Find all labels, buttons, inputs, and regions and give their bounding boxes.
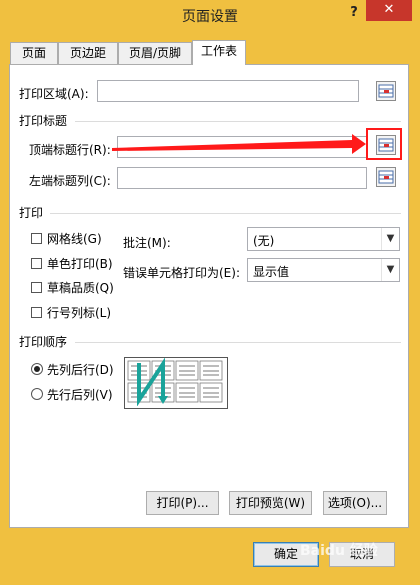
gridlines-label: 网格线(G) (47, 232, 102, 246)
over-then-down-radio[interactable] (31, 388, 43, 400)
close-button[interactable]: ✕ (366, 0, 412, 21)
black-and-white-checkbox[interactable] (31, 258, 42, 269)
print-divider (50, 213, 401, 214)
columns-to-repeat-label: 左端标题列(C): (29, 174, 111, 188)
sheet-panel: 打印区域(A): 打印标题 顶端标题行(R): 左端标题列(C): 打印 网格线… (9, 64, 409, 528)
print-area-label: 打印区域(A): (19, 87, 89, 101)
gridlines-checkbox[interactable] (31, 233, 42, 244)
chevron-down-icon: ▼ (381, 228, 399, 250)
row-col-headings-label: 行号列标(L) (47, 306, 112, 320)
cell-errors-value: 显示值 (253, 265, 290, 279)
print-button[interactable]: 打印(P)... (146, 491, 219, 515)
columns-collapse-button[interactable] (376, 167, 396, 187)
cell-errors-label: 错误单元格打印为(E): (123, 266, 240, 280)
page-order-preview-icon (124, 357, 228, 409)
rows-to-repeat-input[interactable] (117, 136, 367, 158)
print-preview-button[interactable]: 打印预览(W) (229, 491, 312, 515)
tab-page[interactable]: 页面 (10, 42, 58, 64)
columns-to-repeat-input[interactable] (117, 167, 367, 189)
tab-sheet[interactable]: 工作表 (192, 40, 246, 65)
print-titles-divider (75, 121, 401, 122)
row-col-headings-checkbox[interactable] (31, 307, 42, 318)
draft-quality-checkbox[interactable] (31, 282, 42, 293)
tab-header-footer[interactable]: 页眉/页脚 (118, 42, 192, 64)
range-select-icon (378, 84, 394, 98)
print-heading: 打印 (19, 206, 44, 220)
cell-errors-select[interactable]: 显示值 ▼ (247, 258, 400, 282)
comments-select[interactable]: (无) ▼ (247, 227, 400, 251)
print-titles-heading: 打印标题 (19, 114, 68, 128)
radio-selected-dot (34, 366, 40, 372)
options-button[interactable]: 选项(O)... (323, 491, 387, 515)
over-then-down-label: 先行后列(V) (47, 388, 113, 402)
range-select-icon (378, 170, 394, 184)
watermark-logo: Baidu 经验 (300, 543, 378, 559)
page-setup-dialog: 页面设置 ? ✕ 页面 页边距 页眉/页脚 工作表 打印区域(A): 打印标题 … (0, 0, 420, 585)
page-order-divider (75, 342, 401, 343)
down-then-over-radio[interactable] (31, 363, 43, 375)
down-then-over-label: 先列后行(D) (47, 363, 114, 377)
draft-quality-label: 草稿品质(Q) (47, 281, 114, 295)
title-bar: 页面设置 ? ✕ (0, 0, 420, 30)
print-area-input[interactable] (97, 80, 359, 102)
rows-to-repeat-label: 顶端标题行(R): (29, 143, 111, 157)
help-button[interactable]: ? (344, 2, 364, 24)
tab-margins[interactable]: 页边距 (58, 42, 118, 64)
black-and-white-label: 单色打印(B) (47, 257, 113, 271)
comments-value: (无) (253, 234, 275, 248)
comments-label: 批注(M): (123, 236, 171, 250)
page-order-heading: 打印顺序 (19, 335, 68, 349)
highlight-box (366, 128, 402, 160)
print-area-collapse-button[interactable] (376, 81, 396, 101)
chevron-down-icon: ▼ (381, 259, 399, 281)
